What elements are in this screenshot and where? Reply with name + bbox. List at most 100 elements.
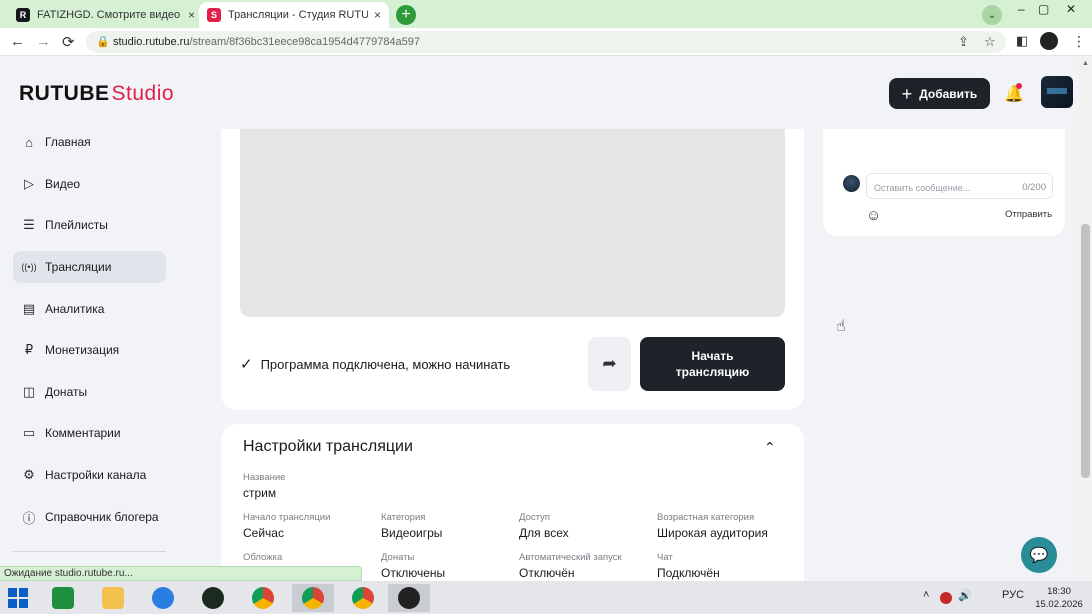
playlist-icon: ☰ — [23, 217, 35, 232]
sidebar-item-label: Донаты — [45, 385, 88, 399]
tray-arrow-icon[interactable]: ˄ — [923, 589, 929, 601]
browser-tab-channel[interactable]: R FATIZHGD. Смотрите видео онлайн × — [8, 2, 203, 28]
field-value: Широкая аудитория — [657, 526, 768, 540]
clock-time: 18:30 — [1047, 586, 1071, 597]
taskbar-clock[interactable]: 18:30 15.02.2026 — [1034, 585, 1084, 611]
sidebar-item-monetization[interactable]: ₽ Монетизация — [13, 334, 166, 366]
add-button[interactable]: + Добавить — [889, 78, 990, 109]
close-tab-icon[interactable]: × — [374, 8, 381, 22]
scrollbar-thumb[interactable] — [1081, 224, 1090, 478]
chrome-icon — [252, 587, 274, 609]
field-age-rating: Возрастная категория Широкая аудитория — [657, 512, 768, 540]
sidebar-item-donations[interactable]: ◫ Донаты — [13, 376, 166, 408]
ruble-icon: ₽ — [24, 342, 34, 357]
maximize-icon[interactable]: ▢ — [1038, 2, 1049, 16]
comment-icon: ▭ — [22, 425, 36, 440]
reload-icon[interactable]: ⟳ — [62, 33, 75, 51]
tray-app-icon[interactable] — [940, 592, 952, 604]
minimize-icon[interactable]: – — [1018, 2, 1025, 16]
bell-glyph: 🔔 — [1004, 86, 1024, 103]
chrome-icon — [302, 587, 324, 609]
address-bar[interactable]: 🔒 studio.rutube.ru/stream/8f36bc31eece98… — [86, 31, 1006, 53]
rutube-favicon-icon: R — [16, 8, 30, 22]
sidebar-item-label: Видео — [45, 177, 81, 191]
taskbar-chrome-3[interactable] — [342, 584, 384, 612]
start-stream-button[interactable]: Начать трансляцию — [640, 337, 785, 391]
sidebar-item-channel-settings[interactable]: ⚙ Настройки канала — [13, 459, 166, 491]
connection-status: ✓ Программа подключена, можно начинать — [240, 355, 510, 373]
notification-dot — [1016, 83, 1022, 89]
chat-message-input[interactable]: Оставить сообщение... 0/200 — [866, 173, 1053, 199]
obs-icon — [398, 587, 420, 609]
field-label: Категория — [381, 512, 426, 523]
field-label: Начало трансляции — [243, 512, 331, 523]
taskbar-nox[interactable] — [192, 584, 234, 612]
settings-title: Настройки трансляции — [243, 438, 413, 455]
chevron-up-icon[interactable]: ⌃ — [764, 439, 776, 456]
close-tab-icon[interactable]: × — [188, 8, 195, 22]
notifications-bell-icon[interactable]: 🔔 — [1004, 83, 1024, 104]
field-value: Отключён — [519, 566, 575, 580]
field-chat: Чат Подключён — [657, 552, 720, 580]
window-close-icon[interactable]: ✕ — [1066, 2, 1076, 16]
lock-icon[interactable]: 🔒 — [96, 35, 110, 48]
field-value: Для всех — [519, 526, 569, 540]
donation-icon: ◫ — [22, 384, 36, 399]
emoji-icon[interactable]: ☺ — [866, 207, 881, 224]
channel-avatar[interactable] — [1041, 76, 1073, 108]
bookmark-star-icon[interactable]: ☆ — [984, 34, 996, 50]
side-panel-icon[interactable]: ◧ — [1016, 33, 1028, 49]
field-autostart: Автоматический запуск Отключён — [519, 552, 622, 580]
sidebar-item-comments[interactable]: ▭ Комментарии — [13, 417, 166, 449]
field-donations: Донаты Отключены — [381, 552, 445, 580]
language-indicator[interactable]: РУС — [1002, 589, 1024, 601]
field-value: Сейчас — [243, 526, 284, 540]
sidebar-item-home[interactable]: ⌂ Главная — [13, 126, 166, 158]
field-value: стрим — [243, 486, 277, 500]
sidebar-item-streams[interactable]: ((•)) Трансляции — [13, 251, 166, 283]
sidebar-item-playlists[interactable]: ☰ Плейлисты — [13, 209, 166, 241]
taskbar-chrome-2[interactable] — [292, 584, 334, 612]
browser-tab-strip: R FATIZHGD. Смотрите видео онлайн × S Тр… — [0, 0, 1092, 28]
taskbar-chrome-1[interactable] — [242, 584, 284, 612]
gear-icon: ⚙ — [23, 467, 35, 482]
tab-search-icon[interactable]: ⌄ — [982, 5, 1002, 25]
broadcast-icon: ((•)) — [21, 262, 37, 272]
share-page-icon[interactable]: ⇪ — [958, 34, 969, 50]
sidebar-item-label: Настройки канала — [45, 468, 147, 482]
taskbar-obs[interactable] — [388, 584, 430, 612]
chat-bubble-icon: 💬 — [1029, 547, 1049, 564]
sidebar-item-analytics[interactable]: ▤ Аналитика — [13, 293, 166, 325]
url-host: studio.rutube.ru — [113, 36, 190, 48]
plus-icon: + — [901, 83, 913, 104]
taskbar-spreadsheet-app[interactable] — [42, 584, 84, 612]
url-path: /stream/8f36bc31eece98ca1954d4779784a597 — [189, 36, 421, 48]
tab-title: FATIZHGD. Смотрите видео онлайн — [37, 9, 182, 21]
user-avatar — [843, 175, 860, 192]
taskbar-file-explorer[interactable] — [92, 584, 134, 612]
send-button[interactable]: Отправить — [1005, 209, 1052, 220]
field-label: Возрастная категория — [657, 512, 755, 523]
windows-taskbar: ˄ 🔊 РУС 18:30 15.02.2026 — [0, 581, 1092, 614]
browser-tab-studio[interactable]: S Трансляции - Студия RUTUBE × — [199, 2, 390, 28]
tab-title: Трансляции - Студия RUTUBE — [228, 9, 368, 21]
sidebar-item-label: Справочник блогера — [45, 510, 159, 524]
sidebar-item-blogger-guide[interactable]: ⓘ Справочник блогера — [13, 501, 166, 533]
new-tab-button[interactable]: + — [396, 5, 416, 25]
sidebar-item-video[interactable]: ▷ Видео — [13, 168, 166, 200]
hand-cursor-icon: ☝ — [836, 318, 846, 335]
rutube-studio-logo[interactable]: RUTUBEStudio — [19, 82, 174, 106]
windows-start-icon[interactable] — [8, 588, 28, 608]
browser-profile-avatar[interactable] — [1040, 32, 1058, 50]
taskbar-browser-blue[interactable] — [142, 584, 184, 612]
forward-icon[interactable]: → — [36, 33, 51, 50]
help-chat-button[interactable]: 💬 — [1021, 537, 1057, 573]
field-name: Название стрим — [243, 472, 285, 500]
volume-icon[interactable]: 🔊 — [958, 589, 972, 602]
browser-menu-icon[interactable]: ⋮ — [1072, 33, 1086, 50]
back-icon[interactable]: ← — [10, 33, 25, 50]
scroll-up-icon[interactable]: ▲ — [1082, 60, 1089, 67]
sidebar-item-label: Аналитика — [45, 302, 105, 316]
share-button[interactable]: ➦ — [588, 337, 631, 391]
share-icon: ➦ — [602, 354, 617, 373]
